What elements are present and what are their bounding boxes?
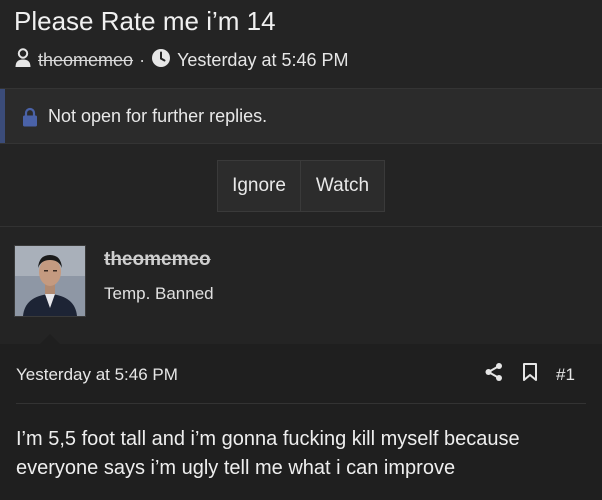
watch-button[interactable]: Watch <box>301 161 384 211</box>
divider <box>0 226 602 227</box>
post-body-text: I’m 5,5 foot tall and i’m gonna fucking … <box>16 428 520 479</box>
bookmark-icon[interactable] <box>522 362 538 387</box>
meta-separator: · <box>139 49 146 70</box>
post-actions: #1 <box>484 362 575 387</box>
lock-icon <box>22 107 38 132</box>
share-icon[interactable] <box>484 362 504 387</box>
thread-timestamp[interactable]: Yesterday at 5:46 PM <box>177 50 348 71</box>
notice-text: Not open for further replies. <box>48 106 268 126</box>
thread-meta: theomemeo · Yesterday at 5:46 PM <box>14 47 349 73</box>
thread-author-link[interactable]: theomemeo <box>38 50 133 71</box>
avatar[interactable] <box>14 245 86 317</box>
poster-username[interactable]: theomemeo <box>104 249 211 271</box>
post-pointer-arrow <box>40 334 60 344</box>
thread-action-buttons: Ignore Watch <box>217 160 385 212</box>
ignore-button[interactable]: Ignore <box>218 161 301 211</box>
thread-title: Please Rate me i’m 14 <box>14 6 276 36</box>
clock-icon <box>151 48 171 73</box>
post-number-link[interactable]: #1 <box>556 365 575 385</box>
locked-notice: Not open for further replies. <box>0 88 602 144</box>
post-date[interactable]: Yesterday at 5:46 PM <box>16 365 178 385</box>
post-header-divider <box>16 403 586 404</box>
notice-accent-bar <box>0 89 5 143</box>
user-icon <box>14 47 32 73</box>
poster-user-title: Temp. Banned <box>104 284 214 303</box>
